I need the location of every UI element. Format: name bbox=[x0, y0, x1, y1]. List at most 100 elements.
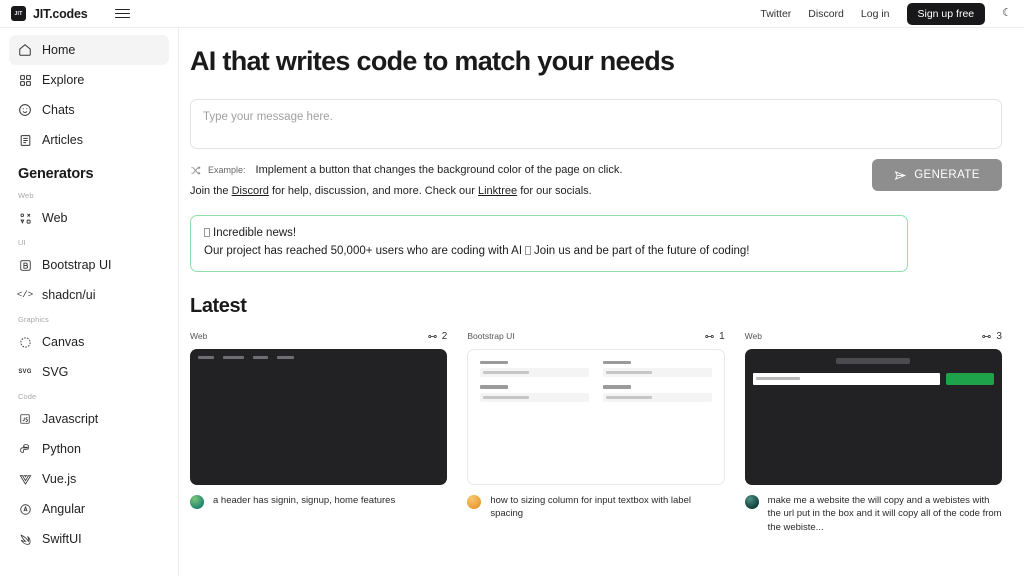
login-link[interactable]: Log in bbox=[861, 8, 890, 20]
emoji-placeholder-icon bbox=[204, 228, 210, 237]
category-label-graphics: Graphics bbox=[18, 315, 49, 324]
join-suffix: for our socials. bbox=[517, 185, 592, 197]
latest-card-list: Web 2 a header has signin, signup, home … bbox=[190, 331, 1002, 534]
card-header: Web 3 bbox=[745, 331, 1002, 342]
sidebar-item-label: SwiftUI bbox=[42, 532, 82, 546]
sidebar-item-label: Python bbox=[42, 442, 81, 456]
avatar bbox=[467, 494, 482, 509]
thumb-field-input bbox=[480, 368, 589, 378]
thumb-url-input bbox=[752, 372, 940, 385]
hamburger-icon[interactable] bbox=[115, 8, 131, 20]
avatar bbox=[744, 494, 759, 509]
twitter-link[interactable]: Twitter bbox=[760, 8, 791, 20]
banner-line-2: Our project has reached 50,000+ users wh… bbox=[204, 243, 894, 261]
thumb-form-field bbox=[480, 385, 589, 402]
card-tag: Web bbox=[744, 331, 762, 342]
main-content: AI that writes code to match your needs … bbox=[179, 28, 1024, 576]
sidebar-item-vuejs[interactable]: Vue.js bbox=[9, 464, 169, 494]
example-text[interactable]: Implement a button that changes the back… bbox=[256, 164, 623, 176]
latest-card[interactable]: Bootstrap UI 1 how to sizing column for … bbox=[467, 331, 725, 534]
sidebar-item-label: Explore bbox=[42, 73, 85, 87]
card-fork-count: 1 bbox=[704, 331, 725, 342]
thumb-form-field bbox=[602, 385, 712, 402]
example-block: Example: Implement a button that changes… bbox=[190, 160, 622, 197]
prompt-input[interactable]: Type your message here. bbox=[190, 99, 1002, 149]
thumb-field-input bbox=[602, 392, 712, 402]
fork-count-value: 1 bbox=[719, 330, 725, 342]
sidebar-item-swiftui[interactable]: SwiftUI bbox=[9, 524, 169, 554]
sidebar-item-home[interactable]: Home bbox=[9, 35, 169, 65]
vue-icon bbox=[18, 472, 32, 486]
moon-icon[interactable]: ☾ bbox=[1002, 8, 1012, 19]
smiley-icon bbox=[18, 103, 32, 117]
sidebar-item-python[interactable]: Python bbox=[9, 434, 169, 464]
sidebar-item-articles[interactable]: Articles bbox=[9, 125, 169, 155]
category-label-code: Code bbox=[18, 392, 37, 401]
sidebar-item-label: Angular bbox=[42, 502, 86, 516]
latest-card[interactable]: Web 3 make me a website the will copy an… bbox=[744, 331, 1002, 534]
home-icon bbox=[18, 43, 32, 57]
example-row: Example: Implement a button that changes… bbox=[190, 159, 1002, 198]
signup-button[interactable]: Sign up free bbox=[906, 2, 986, 25]
sidebar-item-bootstrap-ui[interactable]: Bootstrap UI bbox=[9, 250, 169, 280]
generate-button[interactable]: GENERATE bbox=[872, 159, 1002, 191]
sidebar-item-svg[interactable]: SVG SVG bbox=[9, 357, 169, 387]
avatar bbox=[190, 494, 204, 509]
generators-title: Generators bbox=[18, 166, 94, 182]
join-line: Join the Discord for help, discussion, a… bbox=[190, 185, 622, 197]
category-label-web: Web bbox=[18, 191, 34, 200]
sidebar-item-web[interactable]: Web bbox=[9, 203, 169, 233]
sidebar-item-label: Articles bbox=[42, 133, 83, 147]
latest-card[interactable]: Web 2 a header has signin, signup, home … bbox=[190, 330, 448, 534]
fork-count-value: 2 bbox=[441, 330, 448, 342]
thumb-field-label bbox=[602, 385, 631, 389]
thumb-title-bar bbox=[836, 357, 911, 364]
card-thumbnail[interactable] bbox=[744, 348, 1002, 485]
emoji-placeholder-icon bbox=[525, 245, 532, 255]
sidebar-item-label: Chats bbox=[42, 103, 75, 117]
prompt-placeholder: Type your message here. bbox=[203, 111, 333, 123]
article-icon bbox=[18, 133, 32, 147]
thumb-nav-link bbox=[223, 355, 244, 359]
sidebar-item-canvas[interactable]: Canvas bbox=[9, 327, 169, 357]
sidebar-item-label: Canvas bbox=[42, 335, 85, 349]
sidebar-item-label: Web bbox=[42, 211, 68, 225]
sidebar-item-explore[interactable]: Explore bbox=[9, 65, 169, 95]
discord-link[interactable]: Discord bbox=[808, 8, 844, 20]
sidebar-item-label: Javascript bbox=[42, 412, 99, 426]
thumb-field-label bbox=[602, 360, 631, 365]
card-fork-count: 2 bbox=[427, 330, 448, 342]
sidebar-item-javascript[interactable]: Javascript bbox=[9, 404, 169, 434]
card-thumbnail[interactable] bbox=[190, 348, 448, 485]
sidebar-item-chats[interactable]: Chats bbox=[9, 95, 169, 125]
thumb-nav-link bbox=[253, 355, 268, 359]
discord-inline-link[interactable]: Discord bbox=[232, 185, 269, 197]
bootstrap-icon bbox=[18, 258, 32, 272]
card-caption: how to sizing column for input textbox w… bbox=[490, 494, 691, 520]
logo[interactable]: JIT JIT.codes bbox=[11, 6, 88, 21]
thumb-field-input bbox=[602, 368, 712, 378]
fork-icon bbox=[427, 331, 438, 342]
thumb-search-row bbox=[745, 372, 1002, 385]
sidebar: Home Explore Chats Articles Generators W… bbox=[0, 28, 179, 576]
sidebar-item-angular[interactable]: Angular bbox=[9, 494, 169, 524]
javascript-icon bbox=[18, 412, 32, 426]
card-footer: how to sizing column for input textbox w… bbox=[467, 494, 724, 521]
banner-line-1: Incredible news! bbox=[204, 225, 894, 243]
card-thumbnail[interactable] bbox=[467, 348, 725, 485]
shuffle-icon[interactable] bbox=[190, 165, 201, 176]
thumb-field-label bbox=[480, 360, 509, 365]
linktree-inline-link[interactable]: Linktree bbox=[478, 185, 517, 197]
thumb-nav-link bbox=[277, 355, 294, 359]
canvas-icon bbox=[18, 335, 32, 349]
announcement-banner: Incredible news! Our project has reached… bbox=[190, 215, 908, 272]
page-title: AI that writes code to match your needs bbox=[190, 46, 675, 76]
sidebar-item-label: Home bbox=[42, 43, 76, 57]
sidebar-item-shadcn-ui[interactable]: </> shadcn/ui bbox=[9, 280, 169, 310]
example-label: Example: bbox=[208, 165, 246, 175]
example-line[interactable]: Example: Implement a button that changes… bbox=[190, 164, 622, 176]
code-brackets-icon: </> bbox=[16, 290, 34, 300]
thumb-nav-link bbox=[198, 355, 214, 359]
join-prefix: Join the bbox=[190, 185, 232, 197]
fork-icon bbox=[981, 331, 992, 342]
